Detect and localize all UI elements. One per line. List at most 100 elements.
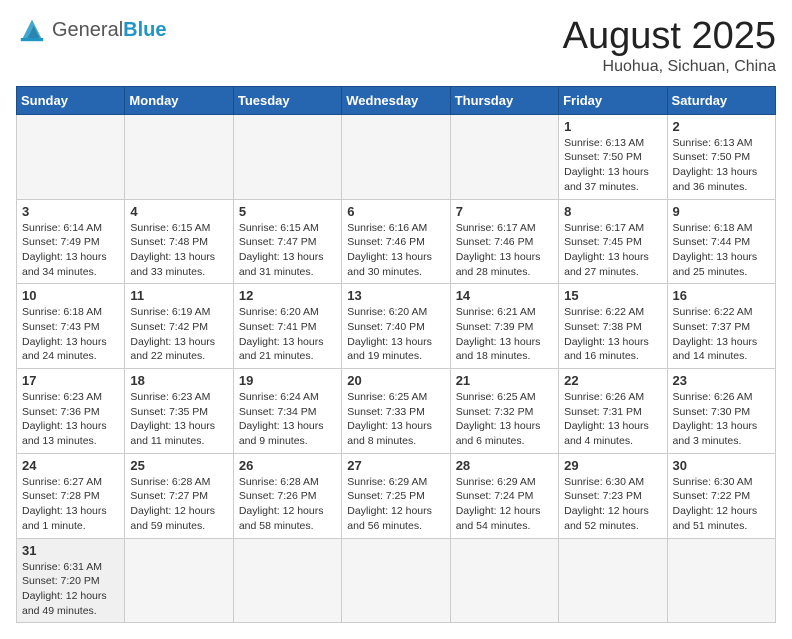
page-header: GeneralBlue August 2025 Huohua, Sichuan,… xyxy=(16,16,776,76)
day-info: Sunrise: 6:21 AM Sunset: 7:39 PM Dayligh… xyxy=(456,305,553,364)
calendar-cell: 12 Sunrise: 6:20 AM Sunset: 7:41 PM Dayli… xyxy=(233,284,341,369)
day-info: Sunrise: 6:18 AM Sunset: 7:44 PM Dayligh… xyxy=(673,221,770,280)
day-number: 31 xyxy=(22,543,119,558)
day-info: Sunrise: 6:23 AM Sunset: 7:35 PM Dayligh… xyxy=(130,390,227,449)
weekday-header: Thursday xyxy=(450,86,558,114)
weekday-header: Sunday xyxy=(17,86,125,114)
day-number: 23 xyxy=(673,373,770,388)
day-number: 13 xyxy=(347,288,444,303)
day-info: Sunrise: 6:20 AM Sunset: 7:40 PM Dayligh… xyxy=(347,305,444,364)
calendar-cell: 25 Sunrise: 6:28 AM Sunset: 7:27 PM Dayli… xyxy=(125,453,233,538)
calendar-week-row: 24Sunrise: 6:27 AM Sunset: 7:28 PM Dayli… xyxy=(17,453,776,538)
day-number: 19 xyxy=(239,373,336,388)
day-number: 4 xyxy=(130,204,227,219)
title-section: August 2025 Huohua, Sichuan, China xyxy=(563,16,776,76)
day-info: Sunrise: 6:31 AM Sunset: 7:20 PM Dayligh… xyxy=(22,560,119,619)
day-info: Sunrise: 6:25 AM Sunset: 7:32 PM Dayligh… xyxy=(456,390,553,449)
day-info: Sunrise: 6:30 AM Sunset: 7:22 PM Dayligh… xyxy=(673,475,770,534)
day-info: Sunrise: 6:23 AM Sunset: 7:36 PM Dayligh… xyxy=(22,390,119,449)
day-number: 16 xyxy=(673,288,770,303)
day-info: Sunrise: 6:18 AM Sunset: 7:43 PM Dayligh… xyxy=(22,305,119,364)
calendar-cell xyxy=(342,538,450,623)
calendar-cell xyxy=(233,114,341,199)
day-info: Sunrise: 6:13 AM Sunset: 7:50 PM Dayligh… xyxy=(564,136,661,195)
day-number: 30 xyxy=(673,458,770,473)
calendar-cell: 8Sunrise: 6:17 AM Sunset: 7:45 PM Daylig… xyxy=(559,199,667,284)
day-number: 18 xyxy=(130,373,227,388)
calendar-cell: 3Sunrise: 6:14 AM Sunset: 7:49 PM Daylig… xyxy=(17,199,125,284)
day-number: 12 xyxy=(239,288,336,303)
day-number: 7 xyxy=(456,204,553,219)
day-info: Sunrise: 6:28 AM Sunset: 7:27 PM Dayligh… xyxy=(130,475,227,534)
day-number: 29 xyxy=(564,458,661,473)
calendar-cell: 13 Sunrise: 6:20 AM Sunset: 7:40 PM Dayli… xyxy=(342,284,450,369)
calendar-cell: 21Sunrise: 6:25 AM Sunset: 7:32 PM Dayli… xyxy=(450,369,558,454)
calendar-cell: 19 Sunrise: 6:24 AM Sunset: 7:34 PM Dayli… xyxy=(233,369,341,454)
day-info: Sunrise: 6:24 AM Sunset: 7:34 PM Dayligh… xyxy=(239,390,336,449)
calendar-cell: 5 Sunrise: 6:15 AM Sunset: 7:47 PM Daylig… xyxy=(233,199,341,284)
day-number: 2 xyxy=(673,119,770,134)
weekday-header: Friday xyxy=(559,86,667,114)
calendar-cell xyxy=(125,114,233,199)
calendar-cell xyxy=(450,114,558,199)
day-info: Sunrise: 6:29 AM Sunset: 7:25 PM Dayligh… xyxy=(347,475,444,534)
day-info: Sunrise: 6:19 AM Sunset: 7:42 PM Dayligh… xyxy=(130,305,227,364)
calendar-cell xyxy=(17,114,125,199)
day-number: 25 xyxy=(130,458,227,473)
day-info: Sunrise: 6:15 AM Sunset: 7:48 PM Dayligh… xyxy=(130,221,227,280)
day-number: 5 xyxy=(239,204,336,219)
weekday-header: Monday xyxy=(125,86,233,114)
calendar-cell: 9 Sunrise: 6:18 AM Sunset: 7:44 PM Daylig… xyxy=(667,199,775,284)
day-info: Sunrise: 6:17 AM Sunset: 7:46 PM Dayligh… xyxy=(456,221,553,280)
calendar-cell: 29 Sunrise: 6:30 AM Sunset: 7:23 PM Dayli… xyxy=(559,453,667,538)
calendar-cell xyxy=(559,538,667,623)
day-number: 27 xyxy=(347,458,444,473)
day-number: 28 xyxy=(456,458,553,473)
day-info: Sunrise: 6:29 AM Sunset: 7:24 PM Dayligh… xyxy=(456,475,553,534)
day-number: 6 xyxy=(347,204,444,219)
day-info: Sunrise: 6:15 AM Sunset: 7:47 PM Dayligh… xyxy=(239,221,336,280)
calendar-cell: 16 Sunrise: 6:22 AM Sunset: 7:37 PM Dayli… xyxy=(667,284,775,369)
day-info: Sunrise: 6:30 AM Sunset: 7:23 PM Dayligh… xyxy=(564,475,661,534)
logo: GeneralBlue xyxy=(16,16,167,44)
day-info: Sunrise: 6:22 AM Sunset: 7:38 PM Dayligh… xyxy=(564,305,661,364)
calendar-cell: 26 Sunrise: 6:28 AM Sunset: 7:26 PM Dayli… xyxy=(233,453,341,538)
day-number: 15 xyxy=(564,288,661,303)
calendar-cell: 1 Sunrise: 6:13 AM Sunset: 7:50 PM Daylig… xyxy=(559,114,667,199)
logo-icon xyxy=(16,16,48,44)
calendar-cell xyxy=(450,538,558,623)
calendar-cell: 18 Sunrise: 6:23 AM Sunset: 7:35 PM Dayli… xyxy=(125,369,233,454)
day-number: 9 xyxy=(673,204,770,219)
day-number: 26 xyxy=(239,458,336,473)
day-info: Sunrise: 6:26 AM Sunset: 7:30 PM Dayligh… xyxy=(673,390,770,449)
calendar-cell xyxy=(342,114,450,199)
calendar-cell: 22Sunrise: 6:26 AM Sunset: 7:31 PM Dayli… xyxy=(559,369,667,454)
day-info: Sunrise: 6:28 AM Sunset: 7:26 PM Dayligh… xyxy=(239,475,336,534)
calendar-week-row: 3Sunrise: 6:14 AM Sunset: 7:49 PM Daylig… xyxy=(17,199,776,284)
calendar-week-row: 17Sunrise: 6:23 AM Sunset: 7:36 PM Dayli… xyxy=(17,369,776,454)
day-number: 1 xyxy=(564,119,661,134)
day-number: 24 xyxy=(22,458,119,473)
day-number: 8 xyxy=(564,204,661,219)
calendar-cell: 7 Sunrise: 6:17 AM Sunset: 7:46 PM Daylig… xyxy=(450,199,558,284)
weekday-header: Saturday xyxy=(667,86,775,114)
calendar-cell: 27 Sunrise: 6:29 AM Sunset: 7:25 PM Dayli… xyxy=(342,453,450,538)
calendar-cell: 10 Sunrise: 6:18 AM Sunset: 7:43 PM Dayli… xyxy=(17,284,125,369)
calendar-cell xyxy=(233,538,341,623)
weekday-header: Wednesday xyxy=(342,86,450,114)
calendar-cell xyxy=(667,538,775,623)
day-info: Sunrise: 6:20 AM Sunset: 7:41 PM Dayligh… xyxy=(239,305,336,364)
calendar-cell: 20Sunrise: 6:25 AM Sunset: 7:33 PM Dayli… xyxy=(342,369,450,454)
logo-text: GeneralBlue xyxy=(52,19,167,42)
day-info: Sunrise: 6:22 AM Sunset: 7:37 PM Dayligh… xyxy=(673,305,770,364)
calendar-cell: 14 Sunrise: 6:21 AM Sunset: 7:39 PM Dayli… xyxy=(450,284,558,369)
calendar-week-row: 10 Sunrise: 6:18 AM Sunset: 7:43 PM Dayli… xyxy=(17,284,776,369)
calendar-cell: 31 Sunrise: 6:31 AM Sunset: 7:20 PM Dayli… xyxy=(17,538,125,623)
day-number: 10 xyxy=(22,288,119,303)
day-number: 14 xyxy=(456,288,553,303)
month-title: August 2025 xyxy=(563,16,776,58)
calendar-cell: 17Sunrise: 6:23 AM Sunset: 7:36 PM Dayli… xyxy=(17,369,125,454)
calendar-cell: 6Sunrise: 6:16 AM Sunset: 7:46 PM Daylig… xyxy=(342,199,450,284)
calendar-cell: 24Sunrise: 6:27 AM Sunset: 7:28 PM Dayli… xyxy=(17,453,125,538)
day-info: Sunrise: 6:26 AM Sunset: 7:31 PM Dayligh… xyxy=(564,390,661,449)
